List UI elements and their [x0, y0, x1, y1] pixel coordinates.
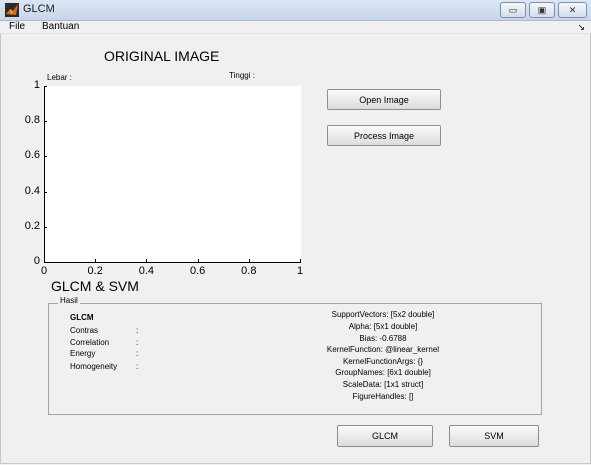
- image-axes: [44, 86, 301, 263]
- x-tick-label: 0.4: [138, 265, 155, 277]
- feature-label-correlation: Correlation: [70, 338, 110, 347]
- svm-group-names: GroupNames: [6x1 double]: [335, 368, 431, 377]
- feature-separator: :: [136, 326, 139, 335]
- y-tick-mark: [44, 262, 47, 263]
- y-tick-label: 0.8: [24, 114, 40, 127]
- y-tick-mark: [44, 86, 47, 87]
- original-image-title: ORIGINAL IMAGE: [104, 48, 220, 64]
- x-tick-mark: [300, 259, 301, 262]
- svm-figure-handles: FigureHandles: []: [352, 392, 414, 401]
- glcm-button[interactable]: GLCM: [337, 425, 433, 447]
- svm-bias: Bias: -0.6788: [359, 334, 407, 343]
- x-tick-label: 0.2: [87, 265, 103, 277]
- matlab-icon: [5, 3, 19, 17]
- x-tick-label: 1: [296, 265, 304, 277]
- close-button[interactable]: ✕: [558, 2, 587, 18]
- maximize-icon: ▣: [537, 5, 547, 15]
- menu-file[interactable]: File: [9, 21, 25, 32]
- glcm-svm-title: GLCM & SVM: [51, 278, 139, 294]
- feature-label-energy: Energy: [70, 349, 96, 358]
- menu-bantuan[interactable]: Bantuan: [42, 21, 79, 32]
- maximize-button[interactable]: ▣: [529, 2, 555, 18]
- close-icon: ✕: [568, 5, 577, 15]
- x-tick-label: 0.8: [241, 265, 257, 277]
- y-tick-mark: [44, 191, 47, 193]
- minimize-button[interactable]: ▭: [500, 2, 526, 18]
- y-tick-mark: [44, 156, 47, 158]
- menu-bar: [0, 21, 591, 34]
- result-panel-title: Hasil: [58, 296, 80, 305]
- feature-label-homogeneity: Homogeneity: [70, 362, 118, 371]
- open-image-button[interactable]: Open Image: [327, 89, 441, 110]
- process-image-button[interactable]: Process Image: [327, 125, 441, 146]
- x-tick-label: 0.6: [189, 265, 206, 277]
- glcm-label: GLCM: [70, 313, 94, 322]
- minimize-icon: ▭: [508, 5, 518, 15]
- y-tick-label: 0.4: [24, 184, 40, 197]
- feature-separator: :: [136, 362, 139, 371]
- y-tick-label: 0: [33, 255, 40, 267]
- x-tick-mark: [248, 259, 250, 262]
- feature-separator: :: [136, 338, 139, 347]
- window-title: GLCM: [23, 3, 55, 15]
- y-tick-mark: [44, 226, 47, 228]
- width-label: Lebar :: [47, 73, 72, 82]
- svm-support-vectors: SupportVectors: [5x2 double]: [331, 310, 435, 319]
- y-tick-mark: [44, 121, 47, 123]
- feature-separator: :: [136, 349, 139, 358]
- x-tick-mark: [197, 259, 199, 262]
- svm-button[interactable]: SVM: [449, 425, 539, 447]
- x-tick-mark: [95, 259, 97, 262]
- height-label: Tinggi :: [229, 71, 255, 80]
- dock-arrow-icon[interactable]: ↘: [577, 22, 585, 33]
- y-tick-label: 0.6: [24, 149, 40, 162]
- svm-scale-data: ScaleData: [1x1 struct]: [342, 380, 424, 389]
- y-tick-label: 0.2: [24, 219, 40, 232]
- svm-kernel-function: KernelFunction: @linear_kernel: [326, 345, 440, 354]
- feature-label-contras: Contras: [70, 326, 99, 335]
- y-tick-label: 1: [33, 79, 40, 91]
- svm-kernel-args: KernelFunctionArgs: {}: [342, 357, 424, 366]
- x-tick-mark: [146, 259, 148, 262]
- svm-alpha: Alpha: [5x1 double]: [348, 322, 418, 331]
